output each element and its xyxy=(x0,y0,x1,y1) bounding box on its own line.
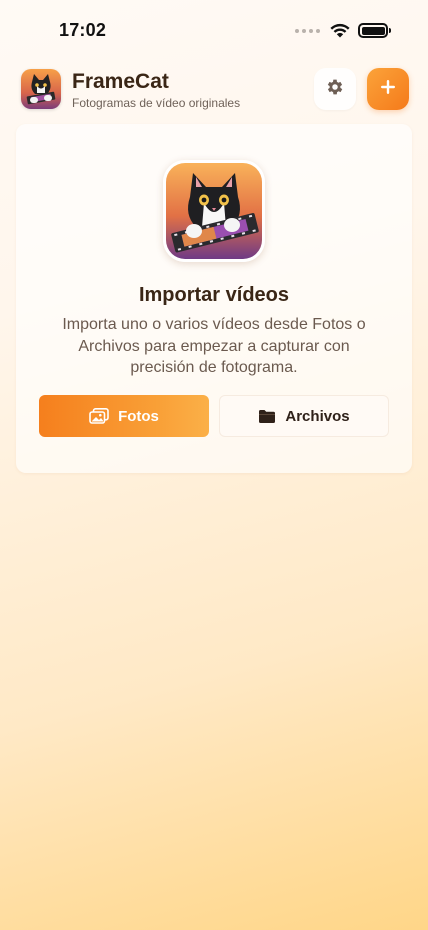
photos-icon xyxy=(89,408,109,424)
add-button[interactable] xyxy=(367,68,409,110)
settings-button[interactable] xyxy=(314,68,356,110)
cat-film-artwork-icon xyxy=(163,160,265,262)
framecat-logo-icon xyxy=(21,69,61,109)
app-subtitle: Fotogramas de vídeo originales xyxy=(72,96,241,110)
import-card: Importar vídeos Importa uno o varios víd… xyxy=(16,124,412,473)
app-header: FrameCat Fotogramas de vídeo originales xyxy=(21,68,409,110)
card-title: Importar vídeos xyxy=(138,284,290,306)
signal-icon xyxy=(295,28,320,33)
photos-import-button[interactable]: Fotos xyxy=(39,395,209,437)
folder-icon xyxy=(258,409,276,424)
files-import-button[interactable]: Archivos xyxy=(219,395,389,437)
app-title: FrameCat xyxy=(72,70,169,93)
photos-button-label: Fotos xyxy=(118,407,159,425)
status-icons xyxy=(295,23,391,38)
battery-icon xyxy=(358,23,391,38)
card-description: Importa uno o varios vídeos desde Fotos … xyxy=(62,316,366,376)
files-button-label: Archivos xyxy=(285,407,350,425)
status-bar: 17:02 xyxy=(0,0,428,62)
plus-icon xyxy=(380,79,396,100)
wifi-icon xyxy=(330,23,350,38)
gear-icon xyxy=(325,77,345,102)
status-time: 17:02 xyxy=(59,20,107,40)
